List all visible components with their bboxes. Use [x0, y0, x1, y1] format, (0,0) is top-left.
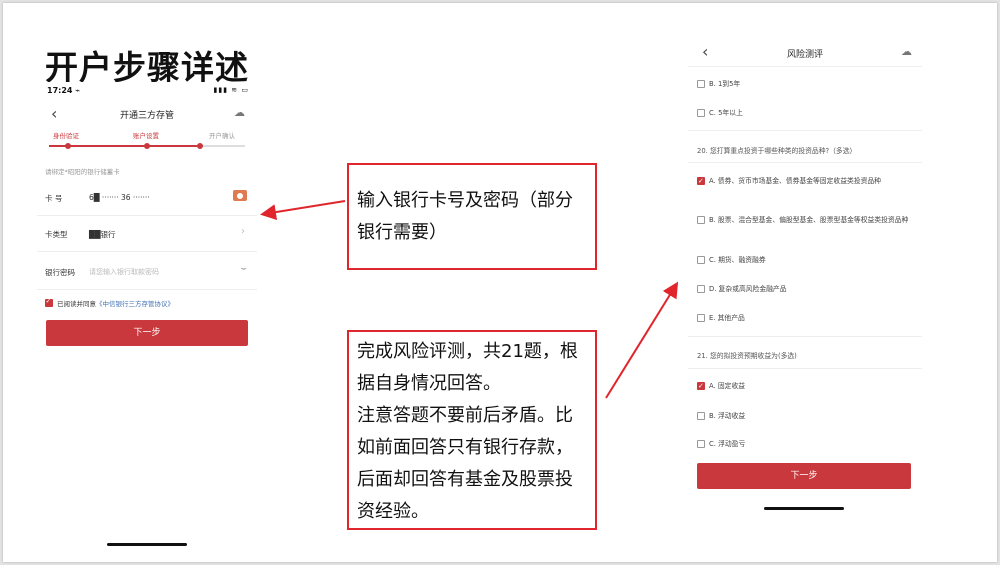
- card-number-field[interactable]: 6█ ······· 36 ·······: [89, 193, 150, 202]
- step-dot-2: [144, 142, 150, 149]
- note-line: 据自身情况回答。: [357, 373, 501, 394]
- note-risk-assessment: 完成风险评测，共21题，根 据自身情况回答。 注意答题不要前后矛盾。比 如前面回…: [347, 330, 597, 530]
- step-dot-1: [65, 142, 71, 149]
- agreement-checkbox[interactable]: [45, 297, 53, 307]
- card-type-value: ██银行: [89, 230, 116, 239]
- card-type-row[interactable]: 卡类型 ██银行 ›: [37, 216, 257, 252]
- q21-option-b[interactable]: B. 浮动收益: [697, 411, 912, 421]
- card-number-label: 卡 号: [45, 194, 63, 203]
- q21-option-c[interactable]: C. 浮动盈亏: [697, 439, 912, 449]
- left-phone-screen: 17:24 ⌁ ▮▮▮ ≋ ▭ ‹ 开通三方存管 ☁ 身份验证 账户设置 开户确…: [37, 82, 257, 552]
- note-line: 注意答题不要前后矛盾。比: [357, 405, 573, 426]
- q20-option-d[interactable]: D. 复杂或高风险金融产品: [697, 284, 912, 294]
- home-indicator: [107, 543, 187, 546]
- q20-option-a[interactable]: A. 债券、货币市场基金、债券基金等固定收益类投资品种: [697, 176, 912, 186]
- step-line-pending: [199, 145, 245, 147]
- checkbox[interactable]: [697, 80, 705, 88]
- checkbox[interactable]: [697, 256, 705, 264]
- card-number-row[interactable]: 卡 号 6█ ······· 36 ·······: [37, 180, 257, 216]
- step-label-2: 账户设置: [133, 132, 159, 140]
- checkbox[interactable]: [697, 412, 705, 420]
- home-indicator: [764, 507, 844, 510]
- note-line: 资经验。: [357, 501, 429, 522]
- agreement-row[interactable]: 已阅读并同意《中信银行三方存管协议》: [45, 297, 174, 308]
- checkbox[interactable]: [697, 109, 705, 117]
- status-bar: 17:24 ⌁ ▮▮▮ ≋ ▭: [37, 82, 257, 100]
- q19-option-c[interactable]: C. 5年以上: [697, 108, 912, 118]
- step-label-3: 开户确认: [209, 132, 235, 140]
- nav-divider: [688, 66, 922, 67]
- note-line: 完成风险评测，共21题，根: [357, 341, 578, 362]
- status-time: 17:24 ⌁: [47, 86, 81, 95]
- checkbox-checked[interactable]: [697, 176, 705, 186]
- nav-bar: ‹ 开通三方存管 ☁: [37, 104, 257, 126]
- chevron-right-icon: ›: [241, 226, 245, 237]
- question-divider: [688, 336, 922, 337]
- agreement-link[interactable]: 《中信银行三方存管协议》: [96, 300, 174, 308]
- checkbox-checked[interactable]: [697, 381, 705, 391]
- password-field[interactable]: 请您输入银行取款密码: [89, 267, 159, 277]
- agreement-text: 已阅读并同意: [57, 300, 96, 308]
- checkbox[interactable]: [697, 440, 705, 448]
- note-line: 后面却回答有基金及股票投: [357, 469, 573, 490]
- next-button[interactable]: 下一步: [46, 320, 248, 346]
- checkbox[interactable]: [697, 314, 705, 322]
- question-divider: [688, 130, 922, 131]
- checkbox[interactable]: [697, 285, 705, 293]
- service-icon[interactable]: ☁: [234, 106, 245, 119]
- right-phone-screen: ‹ 风险测评 ☁ B. 1到5年 C. 5年以上 20. 您打算重点投资于哪些种…: [688, 38, 922, 510]
- risk-page-title: 风险测评: [786, 50, 823, 60]
- step-dot-current: [197, 142, 203, 149]
- step-label-1: 身份验证: [53, 132, 79, 140]
- q20-option-e[interactable]: E. 其他产品: [697, 313, 912, 323]
- q21-option-a[interactable]: A. 固定收益: [697, 381, 912, 391]
- note-line: 如前面回答只有银行存款，: [357, 437, 573, 458]
- password-label: 银行密码: [45, 268, 75, 277]
- camera-icon[interactable]: [233, 190, 247, 201]
- q20-option-c[interactable]: C. 期货、融资融券: [697, 255, 912, 265]
- checkbox[interactable]: [697, 216, 705, 224]
- q20-option-b[interactable]: B. 股票、混合型基金、偏股型基金、股票型基金等权益类投资品种: [697, 215, 912, 225]
- step-line-done: [49, 145, 199, 147]
- question-divider: [688, 162, 922, 163]
- question-20: 20. 您打算重点投资于哪些种类的投资品种?（多选）: [697, 147, 857, 155]
- password-row[interactable]: 银行密码 请您输入银行取款密码 ⌣: [37, 254, 257, 290]
- card-type-label: 卡类型: [45, 230, 68, 239]
- bind-hint: 请绑定*昭阳的银行储蓄卡: [45, 168, 120, 176]
- service-icon[interactable]: ☁: [901, 45, 912, 58]
- question-21: 21. 您的拟投资预期收益为(多选): [697, 352, 797, 360]
- note-card-input: 输入银行卡号及密码（部分银行需要）: [347, 163, 597, 270]
- q19-option-b[interactable]: B. 1到5年: [697, 79, 912, 89]
- next-button[interactable]: 下一步: [697, 463, 911, 489]
- step-progress: 身份验证 账户设置 开户确认: [37, 130, 257, 156]
- page-title: 开通三方存管: [119, 111, 174, 121]
- eye-closed-icon[interactable]: ⌣: [240, 263, 247, 274]
- question-divider: [688, 368, 922, 369]
- status-icons: ▮▮▮ ≋ ▭: [213, 86, 249, 94]
